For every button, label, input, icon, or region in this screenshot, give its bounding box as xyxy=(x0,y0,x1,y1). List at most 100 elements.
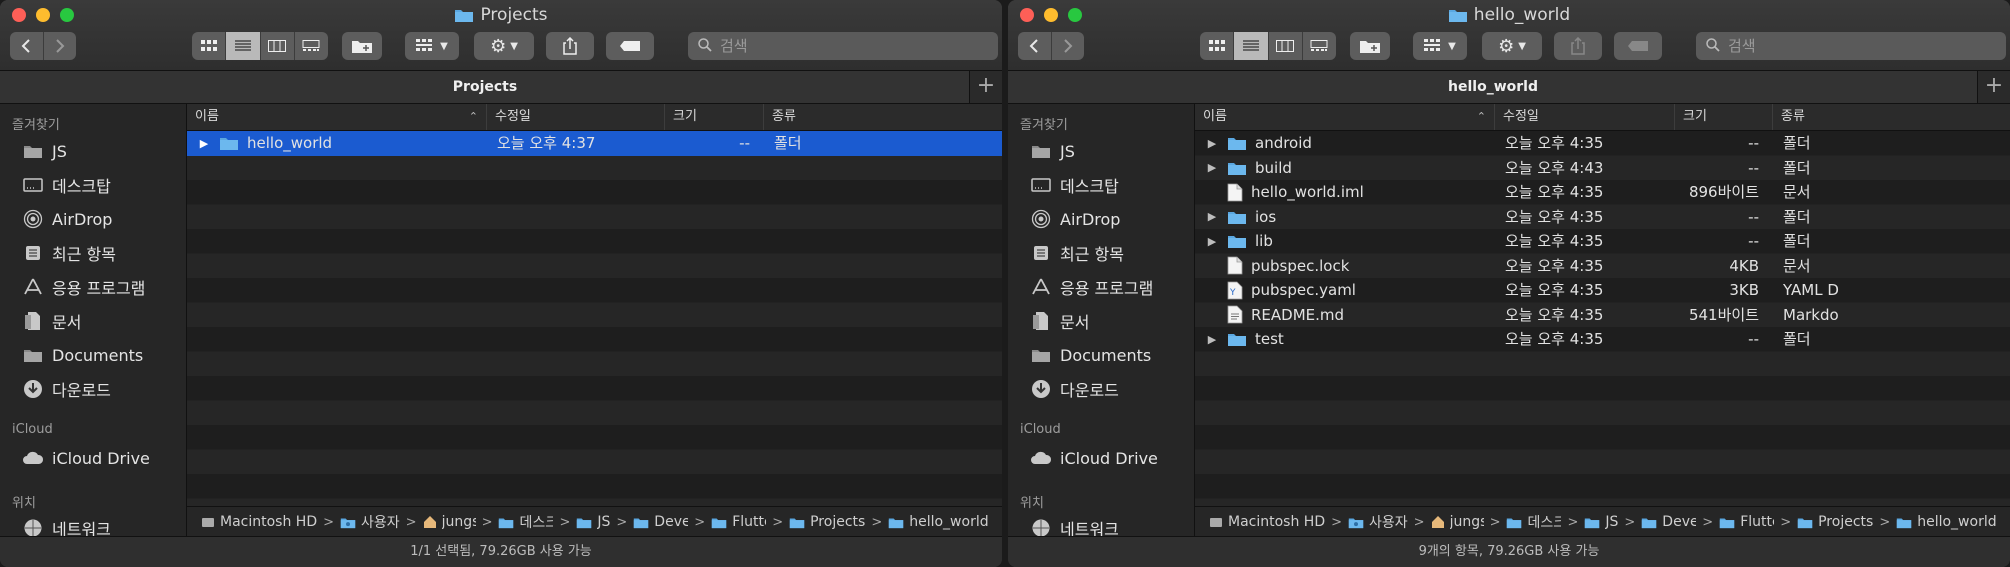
sidebar-item-icloud-drive[interactable]: iCloud Drive xyxy=(1030,444,1158,472)
path-crumb[interactable]: Projects > xyxy=(1797,514,1896,530)
back-button[interactable] xyxy=(10,32,44,60)
column-kind[interactable]: 종류 xyxy=(764,104,1002,130)
table-row[interactable]: ▶ android 오늘 오후 4:35 -- 폴더 xyxy=(1195,131,2010,156)
share-button[interactable] xyxy=(546,32,594,60)
sidebar-item-document[interactable]: 문서 xyxy=(22,307,81,335)
sidebar-item-icloud-drive[interactable]: iCloud Drive xyxy=(22,444,150,472)
forward-button[interactable] xyxy=(1052,32,1085,60)
icon-view-button[interactable] xyxy=(192,32,227,60)
sidebar-item-network[interactable]: 네트워크 xyxy=(22,514,111,536)
new-folder-button[interactable] xyxy=(1350,32,1390,60)
sidebar-item-download[interactable]: 다운로드 xyxy=(1030,375,1119,403)
column-size[interactable]: 크기 xyxy=(1675,104,1773,130)
path-crumb[interactable]: Macintosh HD > xyxy=(201,514,340,530)
search-field[interactable] xyxy=(1696,32,2006,60)
column-view-button[interactable] xyxy=(261,32,295,60)
tab-current[interactable]: Projects xyxy=(0,71,970,103)
sidebar-item-download[interactable]: 다운로드 xyxy=(22,375,111,403)
new-folder-button[interactable] xyxy=(342,32,382,60)
sidebar-item-airdrop[interactable]: AirDrop xyxy=(1030,205,1120,233)
title-bar[interactable]: Projects ▼ ⚙ ▼ xyxy=(0,0,1002,71)
path-crumb[interactable]: JS > xyxy=(1584,514,1641,530)
table-row[interactable]: ▶ ios 오늘 오후 4:35 -- 폴더 xyxy=(1195,205,2010,230)
sidebar-item-folder[interactable]: JS xyxy=(22,137,67,165)
path-crumb[interactable]: Deve > xyxy=(633,514,711,530)
table-row[interactable]: ▶ test 오늘 오후 4:35 -- 폴더 xyxy=(1195,327,2010,352)
tag-button[interactable] xyxy=(606,32,654,60)
action-button[interactable]: ⚙ ▼ xyxy=(1482,32,1542,60)
disclosure-triangle-icon[interactable]: ▶ xyxy=(197,131,211,156)
sidebar-item-label: iCloud Drive xyxy=(1060,448,1158,468)
date-modified: 오늘 오후 4:43 xyxy=(1505,158,1604,177)
table-row[interactable]: README.md 오늘 오후 4:35 541바이트 Markdo xyxy=(1195,303,2010,328)
column-date[interactable]: 수정일 xyxy=(1495,104,1675,130)
new-tab-button[interactable]: + xyxy=(1977,71,2010,103)
path-crumb[interactable]: jungs > xyxy=(1431,514,1507,530)
icon-view-button[interactable] xyxy=(1200,32,1235,60)
search-input[interactable] xyxy=(718,36,962,56)
title-bar[interactable]: hello_world ▼ ⚙ ▼ xyxy=(1008,0,2010,71)
forward-button[interactable] xyxy=(44,32,77,60)
disclosure-triangle-icon[interactable]: ▶ xyxy=(1205,156,1219,181)
sidebar-item-airdrop[interactable]: AirDrop xyxy=(22,205,112,233)
list-view-button[interactable] xyxy=(1234,32,1269,60)
sidebar-item-folder[interactable]: JS xyxy=(1030,137,1075,165)
group-by-button[interactable]: ▼ xyxy=(405,32,459,60)
group-by-button[interactable]: ▼ xyxy=(1413,32,1467,60)
search-input[interactable] xyxy=(1726,36,1970,56)
table-row[interactable]: hello_world.iml 오늘 오후 4:35 896바이트 문서 xyxy=(1195,180,2010,205)
back-button[interactable] xyxy=(1018,32,1052,60)
list-view-button[interactable] xyxy=(226,32,261,60)
path-crumb[interactable]: Deve > xyxy=(1641,514,1719,530)
sidebar-item-folder[interactable]: Documents xyxy=(1030,341,1151,369)
path-crumb[interactable]: Flutte > xyxy=(1719,514,1797,530)
table-row[interactable]: ▶ lib 오늘 오후 4:35 -- 폴더 xyxy=(1195,229,2010,254)
disclosure-triangle-icon[interactable]: ▶ xyxy=(1205,131,1219,156)
sidebar-item-desktop[interactable]: 데스크탑 xyxy=(22,171,111,199)
column-name[interactable]: 이름 ⌃ xyxy=(187,104,487,130)
sidebar-item-folder[interactable]: Documents xyxy=(22,341,143,369)
path-crumb[interactable]: hello_world xyxy=(888,514,989,530)
path-crumb[interactable]: 사용자 > xyxy=(1348,512,1431,532)
path-crumb[interactable]: 데스크탑 > xyxy=(1506,512,1584,532)
share-button[interactable] xyxy=(1554,32,1602,60)
sidebar-item-desktop[interactable]: 데스크탑 xyxy=(1030,171,1119,199)
new-tab-button[interactable]: + xyxy=(969,71,1002,103)
sidebar-item-document[interactable]: 문서 xyxy=(1030,307,1089,335)
path-crumb[interactable]: hello_world xyxy=(1896,514,1997,530)
sidebar-item-applications[interactable]: 응용 프로그램 xyxy=(22,273,145,301)
path-crumb[interactable]: 데스크탑 > xyxy=(498,512,576,532)
disclosure-triangle-icon[interactable]: ▶ xyxy=(1205,205,1219,230)
sidebar-item-recents[interactable]: 최근 항목 xyxy=(22,239,116,267)
path-crumb[interactable]: Macintosh HD > xyxy=(1209,514,1348,530)
action-button[interactable]: ⚙ ▼ xyxy=(474,32,534,60)
gallery-view-button[interactable] xyxy=(295,32,328,60)
column-view-button[interactable] xyxy=(1269,32,1303,60)
path-crumb[interactable]: Projects > xyxy=(789,514,888,530)
tag-button[interactable] xyxy=(1614,32,1662,60)
tab-current[interactable]: hello_world xyxy=(1008,71,1978,103)
disclosure-triangle-icon[interactable]: ▶ xyxy=(1205,229,1219,254)
table-row[interactable]: ▶ hello_world 오늘 오후 4:37 -- 폴더 xyxy=(187,131,1002,156)
path-crumb[interactable]: jungs > xyxy=(423,514,499,530)
column-name[interactable]: 이름 ⌃ xyxy=(1195,104,1495,130)
path-crumb[interactable]: 사용자 > xyxy=(340,512,423,532)
gallery-view-button[interactable] xyxy=(1303,32,1336,60)
sidebar-item-label: iCloud Drive xyxy=(52,448,150,468)
column-size[interactable]: 크기 xyxy=(665,104,764,130)
column-kind[interactable]: 종류 xyxy=(1773,104,2010,130)
file-name-cell: lib xyxy=(1227,229,1487,254)
disclosure-triangle-icon[interactable]: ▶ xyxy=(1205,327,1219,352)
column-date[interactable]: 수정일 xyxy=(487,104,665,130)
table-row[interactable]: ▶ build 오늘 오후 4:43 -- 폴더 xyxy=(1195,156,2010,181)
search-field[interactable] xyxy=(688,32,998,60)
table-row[interactable]: pubspec.lock 오늘 오후 4:35 4KB 문서 xyxy=(1195,254,2010,279)
table-row[interactable]: Ypubspec.yaml 오늘 오후 4:35 3KB YAML D xyxy=(1195,278,2010,303)
sidebar-item-network[interactable]: 네트워크 xyxy=(1030,514,1119,536)
folder-icon xyxy=(498,516,514,529)
sidebar-item-applications[interactable]: 응용 프로그램 xyxy=(1030,273,1153,301)
path-crumb[interactable]: JS > xyxy=(576,514,633,530)
path-crumb[interactable]: Flutte > xyxy=(711,514,789,530)
sidebar-item-recents[interactable]: 최근 항목 xyxy=(1030,239,1124,267)
tag-icon xyxy=(620,41,640,51)
